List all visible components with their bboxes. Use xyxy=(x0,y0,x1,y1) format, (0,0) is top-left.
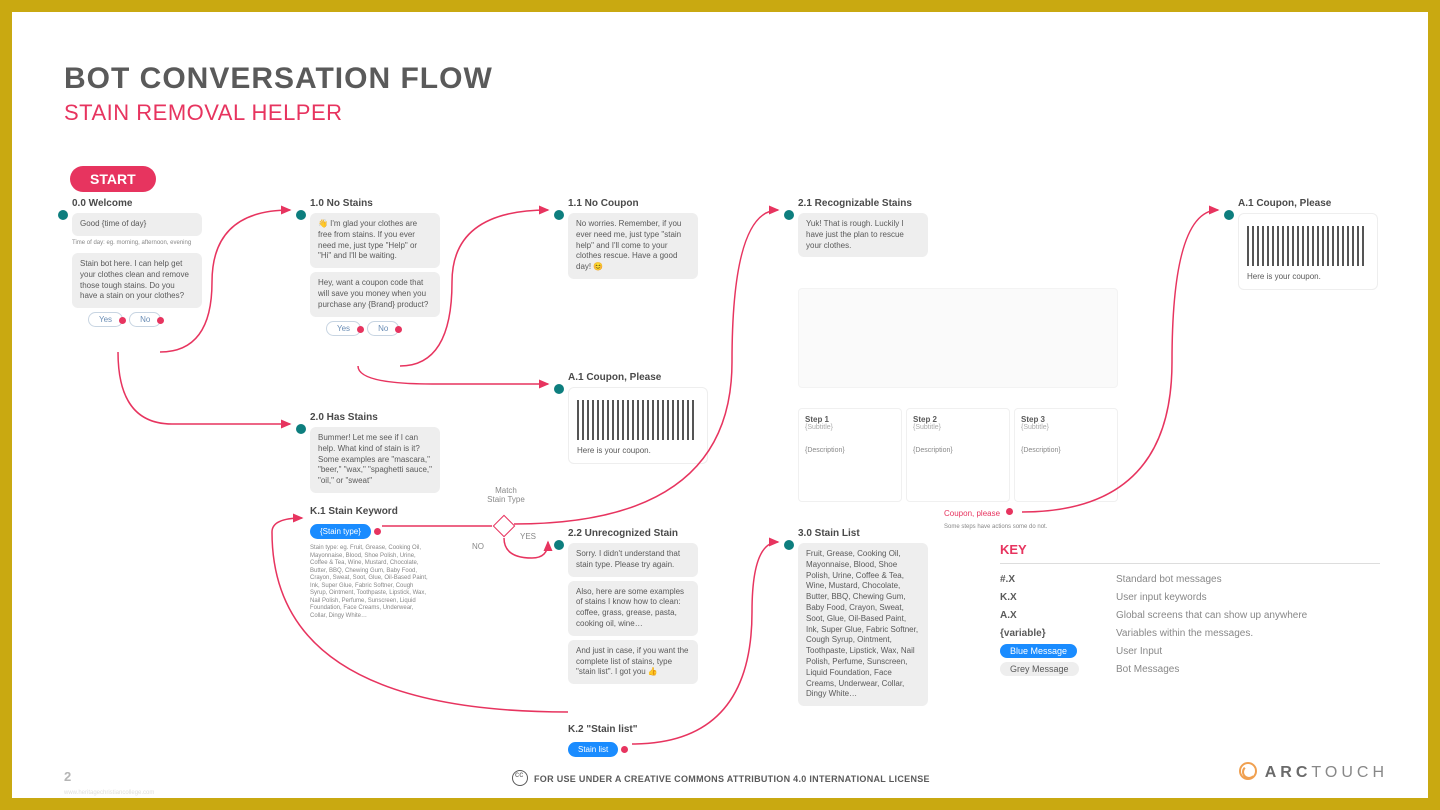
node-dot xyxy=(554,540,564,550)
watermark: www.heritagechristiancollege.com xyxy=(64,790,154,796)
barcode-icon xyxy=(577,400,697,440)
unrec-msg3: And just in case, if you want the comple… xyxy=(568,640,698,684)
flow-dot xyxy=(1006,508,1013,515)
recog-action[interactable]: Coupon, please xyxy=(944,508,1013,518)
step-1: Step 1 {Subtitle} {Description} xyxy=(798,408,902,502)
page-number: 2 xyxy=(64,769,71,784)
match-label: MatchStain Type xyxy=(478,486,534,504)
page-title: BOT CONVERSATION FLOW xyxy=(64,62,493,96)
welcome-msg2: Stain bot here. I can help get your clot… xyxy=(72,253,202,308)
nostains-yes[interactable]: Yes xyxy=(326,321,361,336)
key-heading: KEY xyxy=(1000,542,1380,564)
node-hasstains: 2.0 Has Stains Bummer! Let me see if I c… xyxy=(310,412,440,497)
arctouch-icon xyxy=(1239,762,1257,780)
step-2: Step 2 {Subtitle} {Description} xyxy=(906,408,1010,502)
node-dot xyxy=(1224,210,1234,220)
match-diamond xyxy=(493,515,516,538)
match-yes: YES xyxy=(520,532,536,541)
barcode-icon xyxy=(1247,226,1367,266)
nocoupon-title: 1.1 No Coupon xyxy=(568,198,698,209)
hasstains-msg1: Bummer! Let me see if I can help. What k… xyxy=(310,427,440,493)
node-dot xyxy=(296,210,306,220)
welcome-note: Time of day: eg. morning, afternoon, eve… xyxy=(72,240,192,247)
page-subtitle: STAIN REMOVAL HELPER xyxy=(64,100,343,126)
node-stainlist: 3.0 Stain List Fruit, Grease, Cooking Oi… xyxy=(798,528,928,710)
recog-placeholder xyxy=(798,288,1118,388)
node-recog: 2.1 Recognizable Stains Yuk! That is rou… xyxy=(798,198,928,261)
node-nocoupon: 1.1 No Coupon No worries. Remember, if y… xyxy=(568,198,698,283)
coupon-box: Here is your coupon. xyxy=(1238,213,1378,290)
flow-dot xyxy=(119,317,126,324)
welcome-title: 0.0 Welcome xyxy=(72,198,202,209)
nocoupon-msg1: No worries. Remember, if you ever need m… xyxy=(568,213,698,279)
couponA-title: A.1 Coupon, Please xyxy=(568,372,708,383)
step-3: Step 3 {Subtitle} {Description} xyxy=(1014,408,1118,502)
hasstains-title: 2.0 Has Stains xyxy=(310,412,440,423)
node-coupon-a: A.1 Coupon, Please Here is your coupon. xyxy=(568,372,708,464)
nostains-no[interactable]: No xyxy=(367,321,399,336)
node-dot xyxy=(784,540,794,550)
recog-msg1: Yuk! That is rough. Luckily I have just … xyxy=(798,213,928,257)
recog-steps: Step 1 {Subtitle} {Description} Step 2 {… xyxy=(798,408,1118,502)
flow-dot xyxy=(357,326,364,333)
stainlist-title: 3.0 Stain List xyxy=(798,528,928,539)
node-dot xyxy=(554,210,564,220)
welcome-no[interactable]: No xyxy=(129,312,161,327)
recog-note: Some steps have actions some do not. xyxy=(944,524,1047,530)
k2-pill[interactable]: Stain list xyxy=(568,742,618,757)
legend-key: KEY #.XStandard bot messagesK.XUser inpu… xyxy=(1000,542,1380,682)
node-k2: K.2 "Stain list" Stain list xyxy=(568,724,638,757)
coupon-box: Here is your coupon. xyxy=(568,387,708,464)
flow-dot xyxy=(621,746,628,753)
couponA-text: Here is your coupon. xyxy=(577,446,699,455)
k2-title: K.2 "Stain list" xyxy=(568,724,638,735)
welcome-yes[interactable]: Yes xyxy=(88,312,123,327)
node-dot xyxy=(784,210,794,220)
k1-pill[interactable]: {Stain type} xyxy=(310,524,371,539)
node-coupon-b: A.1 Coupon, Please Here is your coupon. xyxy=(1238,198,1378,290)
unrec-msg2: Also, here are some examples of stains I… xyxy=(568,581,698,636)
k1-longtext: Stain type: eg. Fruit, Grease, Cooking O… xyxy=(310,545,430,620)
node-dot xyxy=(554,384,564,394)
unrec-title: 2.2 Unrecognized Stain xyxy=(568,528,698,539)
node-dot xyxy=(296,424,306,434)
recog-title: 2.1 Recognizable Stains xyxy=(798,198,928,209)
nostains-msg1: 👋 I'm glad your clothes are free from st… xyxy=(310,213,440,268)
node-k1: K.1 Stain Keyword {Stain type} Stain typ… xyxy=(310,506,430,620)
welcome-msg1: Good {time of day} xyxy=(72,213,202,236)
start-badge: START xyxy=(70,166,156,192)
cc-license: FOR USE UNDER A CREATIVE COMMONS ATTRIBU… xyxy=(512,770,930,786)
diagram-frame: BOT CONVERSATION FLOW STAIN REMOVAL HELP… xyxy=(0,0,1440,810)
node-welcome: 0.0 Welcome Good {time of day} Time of d… xyxy=(72,198,202,327)
match-no: NO xyxy=(472,542,484,551)
unrec-msg1: Sorry. I didn't understand that stain ty… xyxy=(568,543,698,577)
arctouch-logo: ARCTOUCH xyxy=(1239,762,1388,782)
couponB-text: Here is your coupon. xyxy=(1247,272,1369,281)
flow-dot xyxy=(374,528,381,535)
nostains-title: 1.0 No Stains xyxy=(310,198,440,209)
flow-dot xyxy=(157,317,164,324)
node-dot xyxy=(58,210,68,220)
flow-dot xyxy=(395,326,402,333)
stainlist-msg1: Fruit, Grease, Cooking Oil, Mayonnaise, … xyxy=(798,543,928,706)
node-nostains: 1.0 No Stains 👋 I'm glad your clothes ar… xyxy=(310,198,440,336)
k1-title: K.1 Stain Keyword xyxy=(310,506,430,517)
nostains-msg2: Hey, want a coupon code that will save y… xyxy=(310,272,440,316)
couponB-title: A.1 Coupon, Please xyxy=(1238,198,1378,209)
node-unrec: 2.2 Unrecognized Stain Sorry. I didn't u… xyxy=(568,528,698,688)
